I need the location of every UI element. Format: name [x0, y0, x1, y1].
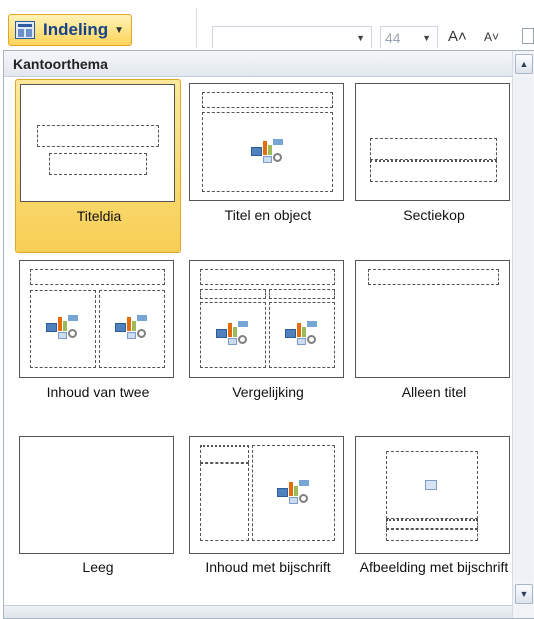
content-placeholder-right: [269, 302, 335, 368]
heading-placeholder-left: [200, 289, 266, 299]
chevron-down-icon: ▼: [114, 24, 125, 36]
text-placeholder: [370, 160, 497, 182]
scrollbar-track[interactable]: [515, 77, 533, 581]
picture-placeholder: [386, 451, 478, 519]
font-name-box[interactable]: ▼: [212, 26, 372, 48]
layout-label: Afbeelding met bijschrift: [359, 559, 509, 575]
content-placeholder-icon: [277, 480, 309, 504]
layout-tile-afbeelding-met-bijschrift[interactable]: Afbeelding met bijschrift: [351, 432, 517, 606]
layout-label: Inhoud van twee: [46, 384, 150, 400]
gallery-footer: [4, 605, 512, 618]
layout-thumbnail: [189, 83, 344, 201]
title-placeholder: [370, 138, 497, 160]
layout-tile-titel-en-object[interactable]: Titel en object: [185, 79, 351, 253]
layout-thumbnail: [19, 260, 174, 378]
layout-thumbnail: [355, 83, 510, 201]
layout-tile-sectiekop[interactable]: Sectiekop: [351, 79, 517, 253]
layout-button[interactable]: Indeling ▼: [8, 14, 132, 46]
caption-text-placeholder: [386, 529, 478, 541]
slide-layout-icon: [15, 21, 35, 39]
content-placeholder-icon: [115, 315, 147, 339]
content-placeholder-icon: [216, 321, 248, 345]
layout-gallery: Kantoorthema Titeldia Titel en object Se…: [3, 50, 534, 619]
shrink-font-button[interactable]: A˅: [484, 30, 499, 44]
content-placeholder: [202, 112, 333, 192]
layout-thumbnail: [20, 84, 175, 202]
content-placeholder-icon: [285, 321, 317, 345]
layout-thumbnail: [355, 260, 510, 378]
layout-button-label: Indeling: [43, 20, 109, 39]
title-placeholder: [200, 269, 335, 285]
layout-label: Titeldia: [76, 208, 122, 224]
ribbon-divider: [196, 8, 197, 48]
layout-thumbnail: [189, 436, 344, 554]
picture-placeholder-icon: [425, 480, 437, 490]
layout-label: Sectiekop: [403, 207, 465, 223]
content-placeholder-left: [30, 290, 96, 368]
vertical-scrollbar[interactable]: ▲ ▼: [512, 51, 534, 618]
caption-title-placeholder: [200, 445, 249, 463]
chevron-down-icon[interactable]: ▼: [356, 33, 365, 43]
title-placeholder: [368, 269, 499, 285]
layout-thumbnail: [355, 436, 510, 554]
title-placeholder: [30, 269, 165, 285]
title-placeholder: [37, 125, 159, 147]
content-placeholder-icon: [251, 139, 283, 163]
layout-tile-inhoud-met-bijschrift[interactable]: Inhoud met bijschrift: [185, 432, 351, 606]
font-size-value: 44: [385, 30, 401, 46]
layout-tile-leeg[interactable]: Leeg: [15, 432, 181, 606]
content-placeholder: [252, 445, 335, 541]
ribbon: Indeling ▼ ▼ 44 ▼ A˄ A˅: [0, 0, 534, 52]
content-placeholder-icon: [46, 315, 78, 339]
layout-label: Inhoud met bijschrift: [205, 559, 331, 575]
content-placeholder-left: [200, 302, 266, 368]
heading-placeholder-right: [269, 289, 335, 299]
layout-tile-titeldia[interactable]: Titeldia: [15, 79, 181, 253]
font-size-box[interactable]: 44 ▼: [380, 26, 438, 48]
caption-title-placeholder: [386, 519, 478, 529]
layout-tile-inhoud-van-twee[interactable]: Inhoud van twee: [15, 256, 181, 430]
layout-label: Vergelijking: [232, 384, 304, 400]
clear-formatting-icon[interactable]: [522, 28, 534, 44]
arrow-down-icon[interactable]: ▼: [515, 584, 533, 604]
caption-text-placeholder: [200, 463, 249, 541]
layout-label: Leeg: [82, 559, 114, 575]
layout-tile-alleen-titel[interactable]: Alleen titel: [351, 256, 517, 430]
layout-label: Alleen titel: [401, 384, 467, 400]
layout-tile-vergelijking[interactable]: Vergelijking: [185, 256, 351, 430]
layout-label: Titel en object: [224, 207, 312, 223]
gallery-section-title: Kantoorthema: [4, 51, 512, 77]
content-placeholder-right: [99, 290, 165, 368]
subtitle-placeholder: [49, 153, 147, 175]
chevron-down-icon[interactable]: ▼: [422, 33, 431, 43]
title-placeholder: [202, 92, 333, 108]
arrow-up-icon[interactable]: ▲: [515, 54, 533, 74]
grow-font-button[interactable]: A˄: [448, 28, 467, 45]
layout-thumbnail: [189, 260, 344, 378]
layout-thumbnail: [19, 436, 174, 554]
